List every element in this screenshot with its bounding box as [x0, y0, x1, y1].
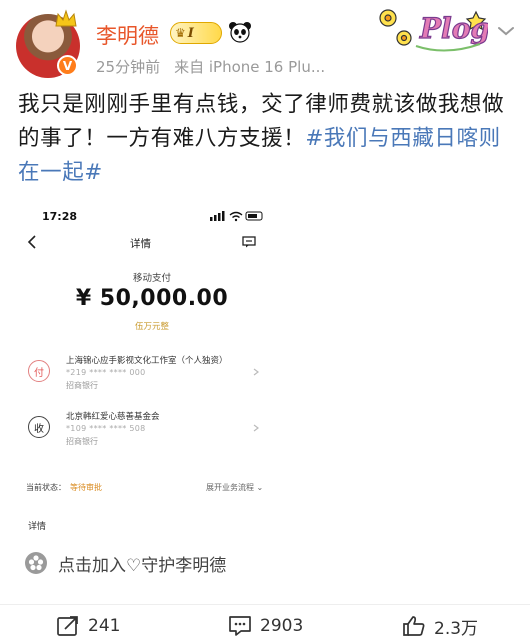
crown-decoration-icon: [55, 9, 77, 27]
payee-row[interactable]: 收 北京韩红爱心慈善基金会 *109 **** **** 508 招商银行: [28, 410, 298, 454]
join-fan-club[interactable]: 点击加入♡守护李明德: [24, 549, 226, 577]
comment-icon: [229, 616, 251, 636]
like-button[interactable]: 2.3万: [402, 612, 478, 640]
crown-icon: ♛: [175, 26, 186, 40]
payee-account: *109 **** **** 508: [66, 424, 146, 433]
payee-mark: 收: [28, 416, 50, 438]
payer-name: 上海锦心应手影视文化工作室（个人独资）: [66, 356, 228, 366]
status-row: 当前状态： 等待审批 展开业务流程 ⌄: [26, 482, 266, 493]
expand-flow-label: 展开业务流程: [206, 483, 254, 492]
chevron-right-icon: [253, 424, 259, 432]
fan-club-icon: [25, 552, 47, 574]
post-header: V 李明德 ♛ I 25分钟前 来自 iPhone 16 Plu... Plog: [0, 0, 530, 88]
author-name[interactable]: 李明德: [96, 20, 159, 50]
repost-count: 241: [88, 616, 121, 636]
payment-screenshot[interactable]: 17:28 详情 移动支付 ¥ 50,000.00 伍万元整 付 上海锦心应手影…: [18, 198, 324, 544]
member-badge[interactable]: ♛ I: [170, 22, 222, 44]
payer-bank: 招商银行: [66, 381, 98, 390]
more-icon[interactable]: [496, 24, 516, 38]
comment-button[interactable]: 2903: [228, 612, 303, 640]
comment-count: 2903: [260, 616, 304, 636]
post-meta: 25分钟前 来自 iPhone 16 Plu...: [96, 56, 325, 77]
expand-flow-link[interactable]: 展开业务流程 ⌄: [206, 482, 263, 493]
like-count: 2.3万: [434, 618, 479, 639]
member-level: I: [187, 25, 194, 41]
payer-row[interactable]: 付 上海锦心应手影视文化工作室（个人独资） *219 **** **** 000…: [28, 354, 298, 398]
repost-button[interactable]: 241: [56, 612, 120, 640]
post-time: 25分钟前: [96, 58, 161, 76]
verified-icon: V: [57, 55, 78, 76]
status-label: 当前状态：: [26, 483, 66, 492]
payee-name: 北京韩红爱心慈善基金会: [66, 412, 160, 422]
amount-in-words: 伍万元整: [134, 322, 169, 332]
status-bar-icons: [210, 211, 263, 222]
status-bar-time: 17:28: [42, 210, 78, 223]
payment-method: 移动支付: [132, 273, 171, 284]
post-body: 我只是刚刚手里有点钱，交了律师费就该做我想做的事了！一方有难八方支援！#我们与西…: [18, 88, 516, 190]
detail-section-label: 详情: [28, 522, 47, 532]
plog-sticker: Plog: [379, 9, 488, 52]
back-icon[interactable]: [26, 234, 40, 250]
message-icon[interactable]: [242, 236, 256, 248]
payment-amount: ¥ 50,000.00: [75, 286, 229, 311]
footer-divider: [0, 604, 530, 605]
repost-icon: [57, 616, 78, 636]
payee-bank: 招商银行: [66, 437, 98, 446]
join-fan-club-text: 点击加入♡守护李明德: [58, 555, 227, 576]
chevron-right-icon: [253, 368, 259, 376]
panda-icon: [229, 22, 251, 43]
payer-account: *219 **** **** 000: [66, 368, 146, 377]
post-source: 来自 iPhone 16 Plu...: [174, 58, 326, 76]
sticker-text: Plog: [419, 12, 488, 45]
payer-mark: 付: [28, 360, 50, 382]
like-icon: [403, 616, 425, 636]
status-value: 等待审批: [70, 483, 102, 492]
detail-nav-title: 详情: [130, 238, 151, 250]
